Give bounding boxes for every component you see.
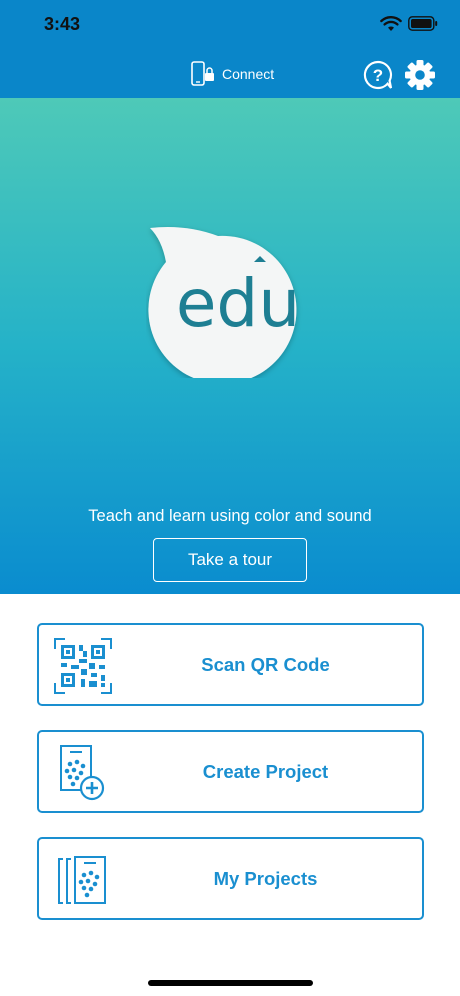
my-projects-button[interactable]: My Projects [37,837,424,920]
home-indicator[interactable] [148,980,313,986]
status-time: 3:43 [44,14,81,34]
top-nav-bar: Connect ? [0,50,460,98]
edu-logo: edu [148,227,300,378]
gear-icon[interactable] [404,59,436,91]
help-icon[interactable]: ? [363,60,393,90]
tagline: Teach and learn using color and sound [88,507,372,525]
scan-qr-code-label: Scan QR Code [201,653,330,675]
battery-icon [408,16,438,31]
my-projects-label: My Projects [213,867,318,889]
phone-lock-icon [191,61,214,86]
logo-text: edu [176,265,300,342]
hero-banner: edu Teach and learn using color and soun… [0,98,460,594]
svg-text:?: ? [373,66,383,85]
my-projects-icon [58,856,106,904]
take-a-tour-button[interactable]: Take a tour [153,538,307,582]
qr-code-icon [54,638,112,694]
create-project-icon [60,745,105,801]
create-project-button[interactable]: Create Project [37,730,424,813]
connect-button[interactable]: Connect [190,60,274,88]
status-bar: 3:43 [0,0,460,50]
create-project-label: Create Project [202,760,329,782]
scan-qr-code-button[interactable]: Scan QR Code [37,623,424,706]
wifi-icon [380,16,402,31]
connect-label: Connect [222,66,275,82]
